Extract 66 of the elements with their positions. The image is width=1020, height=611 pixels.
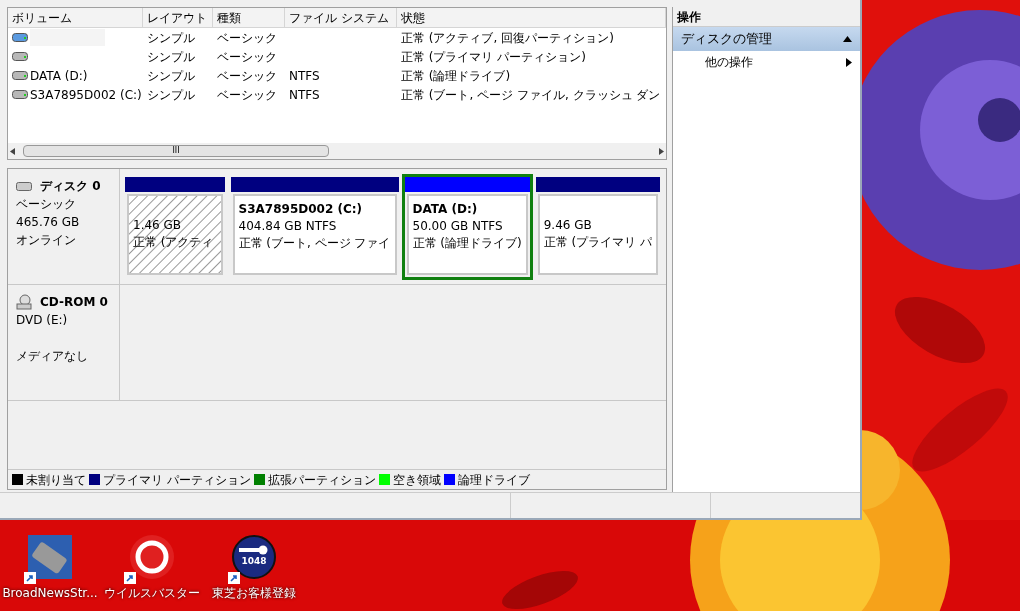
- legend-label: 未割り当て: [26, 471, 86, 489]
- disk-detail: 465.76 GB: [16, 214, 81, 231]
- table-cell-text: 正常 (プライマリ パーティション): [401, 48, 586, 66]
- disk-detail: ベーシック: [16, 196, 77, 213]
- table-cell-text: ベーシック: [217, 48, 277, 66]
- table-cell-text: 正常 (アクティブ, 回復パーティション): [401, 29, 614, 47]
- partition[interactable]: DATA (D:) 50.00 GB NTFS 正常 (論理ドライブ): [401, 174, 533, 280]
- key-icon: [239, 545, 269, 556]
- icon-badge-number: 1048: [241, 555, 267, 569]
- partition-text: 50.00 GB NTFS: [412, 218, 504, 235]
- table-cell-text: S3A7895D002 (C:): [30, 86, 142, 104]
- desktop-icon[interactable]: ウイルスバスター: [102, 530, 202, 602]
- table-cell-text: シンプル: [147, 86, 195, 104]
- partition-title: S3A7895D002 (C:): [238, 201, 363, 218]
- desktop-icon-label: ウイルスバスター: [104, 585, 200, 602]
- legend-label: 論理ドライブ: [457, 471, 530, 489]
- partition-text: 404.84 GB NTFS: [238, 218, 338, 235]
- table-cell-text: 正常 (論理ドライブ): [401, 67, 511, 85]
- disk-detail: DVD (E:): [16, 312, 69, 329]
- legend-label: 拡張パーティション: [267, 471, 376, 489]
- partition-text: 正常 (アクティ: [133, 234, 215, 251]
- horizontal-scrollbar[interactable]: III: [8, 143, 666, 159]
- shortcut-arrow-icon: [228, 572, 240, 584]
- column-header[interactable]: 状態: [397, 8, 666, 27]
- table-cell-text: DATA (D:): [30, 67, 88, 85]
- disk-info-panel[interactable]: ディスク 0 ベーシック 465.76 GB オンライン: [8, 169, 120, 284]
- table-cell-text: シンプル: [147, 48, 195, 66]
- shortcut-arrow-icon: [24, 572, 36, 584]
- table-cell-text: NTFS: [289, 67, 320, 85]
- table-cell-text: ベーシック: [217, 29, 277, 47]
- partition-text: 正常 (ブート, ページ ファイ: [238, 235, 391, 252]
- desktop-icon[interactable]: 1048 東芝お客様登録: [204, 530, 304, 602]
- partition-text: 9.46 GB: [543, 217, 593, 234]
- partition-text: 正常 (プライマリ パ: [543, 234, 652, 251]
- desktop-icon-label: 東芝お客様登録: [212, 585, 296, 602]
- disk-info-panel[interactable]: CD-ROM 0 DVD (E:) メディアなし: [8, 285, 120, 400]
- actions-title: 操作: [673, 7, 860, 27]
- shortcut-arrow-icon: [124, 572, 136, 584]
- disk-detail: オンライン: [16, 232, 77, 249]
- collapse-icon: [843, 36, 852, 42]
- partition-text: 1.46 GB: [133, 217, 183, 234]
- partition-text: 正常 (論理ドライブ): [412, 235, 522, 252]
- scroll-right-icon[interactable]: [659, 147, 664, 155]
- table-cell-text: NTFS: [289, 86, 320, 104]
- table-cell-text: シンプル: [147, 67, 195, 85]
- disk-name: CD-ROM 0: [40, 294, 108, 311]
- scroll-left-icon[interactable]: [10, 147, 15, 155]
- section-header[interactable]: ディスクの管理: [673, 27, 860, 51]
- submenu-arrow-icon: [846, 57, 852, 67]
- legend-label: プライマリ パーティション: [103, 471, 251, 489]
- desktop-icon-label: BroadNewsStr...: [2, 585, 98, 602]
- column-header[interactable]: ボリューム: [8, 8, 143, 27]
- scroll-thumb[interactable]: III: [23, 145, 329, 157]
- disk-name: ディスク 0: [40, 178, 101, 195]
- column-header[interactable]: 種類: [213, 8, 285, 27]
- table-cell-text: ベーシック: [217, 67, 277, 85]
- partition-title: DATA (D:): [412, 201, 479, 218]
- legend-label: 空き領域: [392, 471, 441, 489]
- table-cell-text: シンプル: [147, 29, 195, 47]
- disk-status: メディアなし: [16, 348, 89, 365]
- table-cell-text: ベーシック: [217, 86, 277, 104]
- desktop-icon[interactable]: BroadNewsStr...: [0, 530, 100, 602]
- table-cell-text: 正常 (ブート, ページ ファイル, クラッシュ ダン: [401, 86, 661, 104]
- column-header[interactable]: レイアウト: [143, 8, 213, 27]
- column-header[interactable]: ファイル システム: [285, 8, 397, 27]
- action-item[interactable]: 他の操作: [673, 51, 860, 73]
